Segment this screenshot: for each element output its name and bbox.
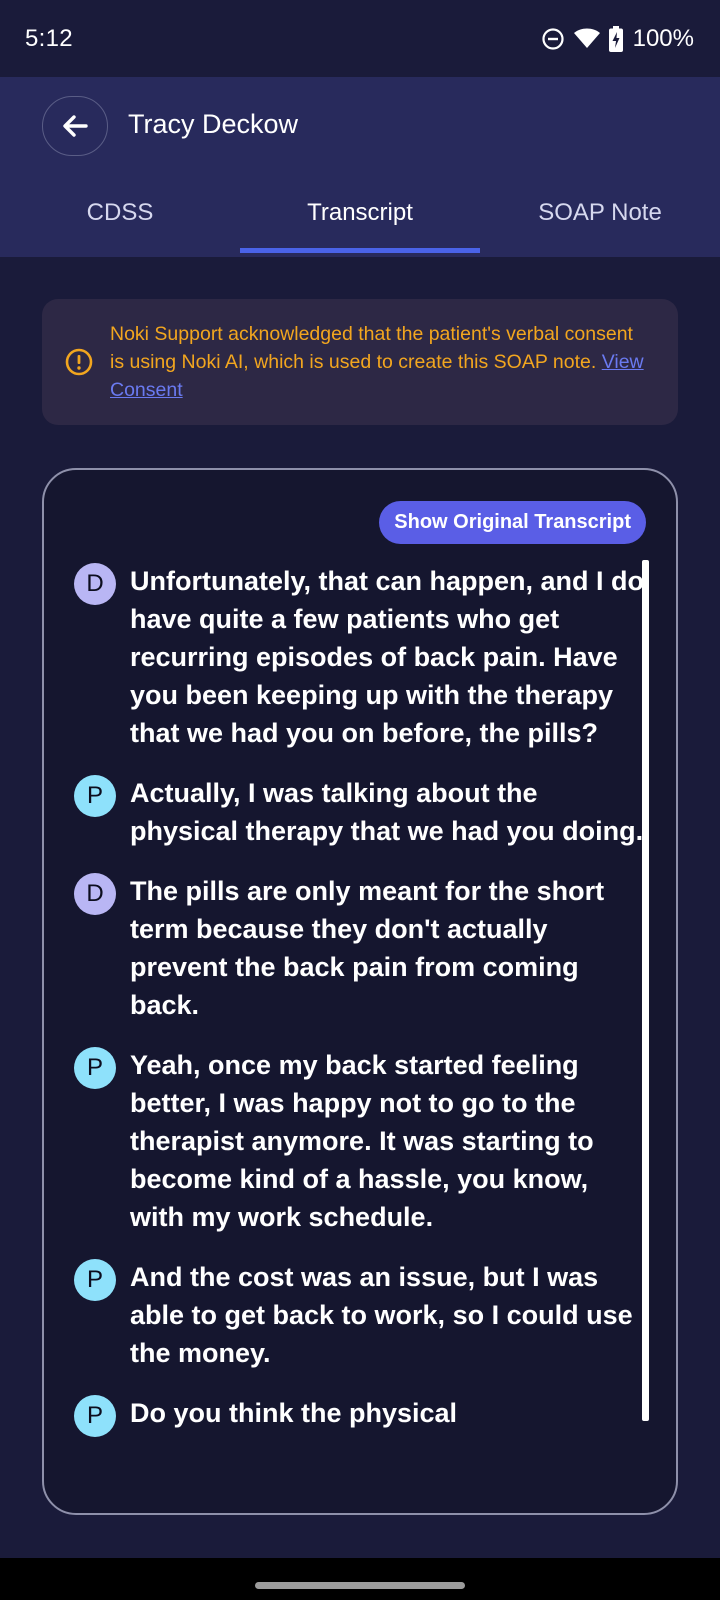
transcript-message: P Yeah, once my back started feeling bet…: [74, 1046, 644, 1236]
transcript-message: P Actually, I was talking about the phys…: [74, 774, 644, 850]
arrow-left-icon: [63, 115, 88, 137]
transcript-message: D Unfortunately, that can happen, and I …: [74, 562, 644, 752]
do-not-disturb-icon: [542, 27, 564, 50]
home-gesture-handle[interactable]: [255, 1582, 465, 1589]
transcript-message: P Do you think the physical: [74, 1394, 644, 1437]
message-text: Do you think the physical: [130, 1398, 458, 1428]
consent-text: Noki Support acknowledged that the patie…: [110, 320, 650, 404]
message-text: Unfortunately, that can happen, and I do…: [130, 566, 645, 748]
transcript-messages[interactable]: D Unfortunately, that can happen, and I …: [74, 562, 644, 1459]
tab-cdss[interactable]: CDSS: [0, 177, 240, 257]
tab-bar: CDSS Transcript SOAP Note: [0, 177, 720, 257]
transcript-scrollbar[interactable]: [642, 560, 649, 1421]
patient-avatar: P: [74, 1047, 116, 1089]
status-icons: 100%: [541, 25, 694, 53]
patient-avatar: P: [74, 1259, 116, 1301]
patient-avatar: P: [74, 1395, 116, 1437]
app-header: Tracy Deckow CDSS Transcript SOAP Note: [0, 77, 720, 257]
battery-percentage: 100%: [632, 24, 694, 52]
message-text: Actually, I was talking about the physic…: [130, 778, 644, 846]
doctor-avatar: D: [74, 873, 116, 915]
message-text: And the cost was an issue, but I was abl…: [130, 1262, 633, 1368]
transcript-message: D The pills are only meant for the short…: [74, 872, 644, 1024]
wifi-icon: [573, 28, 600, 48]
patient-avatar: P: [74, 775, 116, 817]
doctor-avatar: D: [74, 563, 116, 605]
patient-name-title: Tracy Deckow: [128, 109, 299, 139]
back-button[interactable]: [42, 96, 108, 156]
consent-banner: Noki Support acknowledged that the patie…: [42, 299, 678, 425]
status-time: 5:12: [25, 24, 73, 52]
status-bar: 5:12 100%: [0, 0, 720, 77]
tab-label: Transcript: [307, 199, 413, 226]
tab-label: SOAP Note: [538, 199, 662, 226]
show-original-transcript-button[interactable]: Show Original Transcript: [379, 501, 646, 544]
system-nav-bar: [0, 1558, 720, 1600]
message-text: The pills are only meant for the short t…: [130, 876, 605, 1020]
transcript-message: P And the cost was an issue, but I was a…: [74, 1258, 644, 1372]
info-icon: [65, 348, 93, 376]
active-tab-indicator: [240, 248, 480, 253]
tab-transcript[interactable]: Transcript: [240, 177, 480, 257]
consent-message: Noki Support acknowledged that the patie…: [110, 323, 633, 373]
battery-charging-icon: [608, 25, 623, 52]
transcript-card: Show Original Transcript D Unfortunately…: [42, 468, 678, 1515]
tab-label: CDSS: [86, 199, 154, 226]
message-text: Yeah, once my back started feeling bette…: [130, 1050, 594, 1232]
tab-soap-note[interactable]: SOAP Note: [480, 177, 720, 257]
